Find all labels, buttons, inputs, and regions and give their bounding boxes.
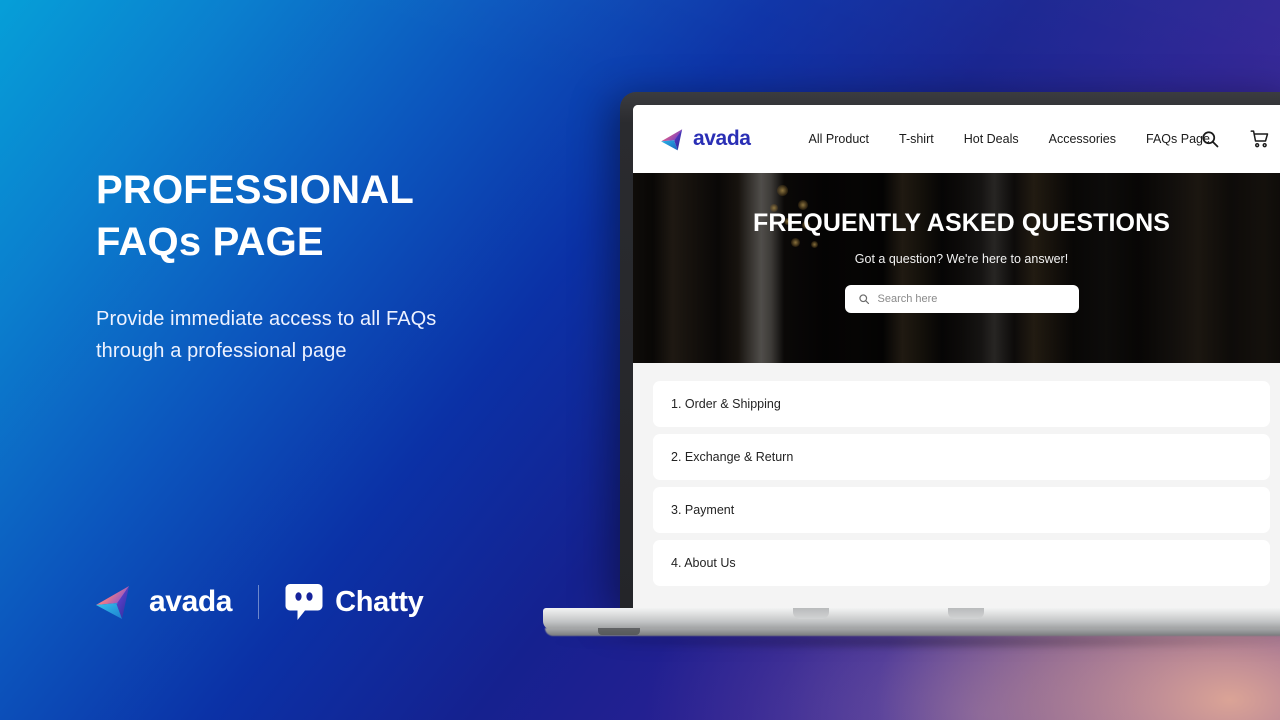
chat-bubble-face-icon <box>285 583 323 621</box>
laptop-base-notch <box>793 608 829 619</box>
subtitle-line-2: through a professional page <box>96 340 347 362</box>
search-icon <box>858 293 870 305</box>
site-logo-wordmark: avada <box>693 127 751 150</box>
laptop-base-top <box>543 608 1280 630</box>
faq-item-label: 2. Exchange & Return <box>671 450 794 464</box>
nav-link-all-product[interactable]: All Product <box>809 132 869 146</box>
faq-search-input[interactable]: Search here <box>844 285 1079 313</box>
avada-wordmark: avada <box>149 585 233 618</box>
laptop-mockup: avada All Product T-shirt Hot Deals Acce… <box>543 92 1280 650</box>
headline-line-1: PROFESSIONAL <box>96 168 414 212</box>
faq-hero: FREQUENTLY ASKED QUESTIONS Got a questio… <box>633 173 1280 363</box>
laptop-base-foot <box>598 628 640 635</box>
faq-item-label: 4. About Us <box>671 556 736 570</box>
nav-link-hot-deals[interactable]: Hot Deals <box>964 132 1019 146</box>
faq-item-about-us[interactable]: 4. About Us <box>653 540 1270 586</box>
laptop-lid: avada All Product T-shirt Hot Deals Acce… <box>620 92 1280 612</box>
faq-item-label: 3. Payment <box>671 503 735 517</box>
faq-item-order-shipping[interactable]: 1. Order & Shipping <box>653 381 1270 427</box>
avada-logo: avada <box>96 584 232 620</box>
avada-paper-plane-icon <box>96 584 138 620</box>
headline-line-2: FAQs PAGE <box>96 220 324 264</box>
page-subtitle: Provide immediate access to all FAQs thr… <box>96 303 516 367</box>
brand-lockup-row: avada Chatty <box>96 578 424 626</box>
site-nav-actions <box>1200 105 1280 173</box>
brand-divider <box>258 585 260 619</box>
faq-search-placeholder: Search here <box>877 293 938 305</box>
laptop-base-shadow <box>553 634 1280 650</box>
laptop-base <box>543 608 1280 650</box>
subtitle-line-1: Provide immediate access to all FAQs <box>96 308 437 330</box>
hero-title: FREQUENTLY ASKED QUESTIONS <box>752 209 1171 237</box>
site-logo[interactable]: avada <box>661 127 751 151</box>
hero-content: FREQUENTLY ASKED QUESTIONS Got a questio… <box>633 173 1280 363</box>
nav-link-t-shirt[interactable]: T-shirt <box>899 132 934 146</box>
laptop-screen: avada All Product T-shirt Hot Deals Acce… <box>633 105 1280 612</box>
page-title: PROFESSIONAL FAQs PAGE <box>96 164 566 268</box>
avada-paper-plane-icon <box>661 128 688 151</box>
chatty-wordmark: Chatty <box>335 585 424 618</box>
faq-list: 1. Order & Shipping 2. Exchange & Return… <box>633 363 1280 612</box>
laptop-base-notch <box>948 608 984 619</box>
laptop-base-front <box>545 628 1280 636</box>
shopping-cart-icon[interactable] <box>1250 129 1270 149</box>
site-nav-links: All Product T-shirt Hot Deals Accessorie… <box>809 132 1210 146</box>
faq-item-payment[interactable]: 3. Payment <box>653 487 1270 533</box>
site-navbar: avada All Product T-shirt Hot Deals Acce… <box>633 105 1280 173</box>
chatty-logo: Chatty <box>285 583 424 621</box>
search-icon[interactable] <box>1200 129 1220 149</box>
faq-item-label: 1. Order & Shipping <box>671 397 781 411</box>
nav-link-accessories[interactable]: Accessories <box>1049 132 1116 146</box>
faq-item-exchange-return[interactable]: 2. Exchange & Return <box>653 434 1270 480</box>
hero-subtitle: Got a question? We're here to answer! <box>854 252 1069 266</box>
